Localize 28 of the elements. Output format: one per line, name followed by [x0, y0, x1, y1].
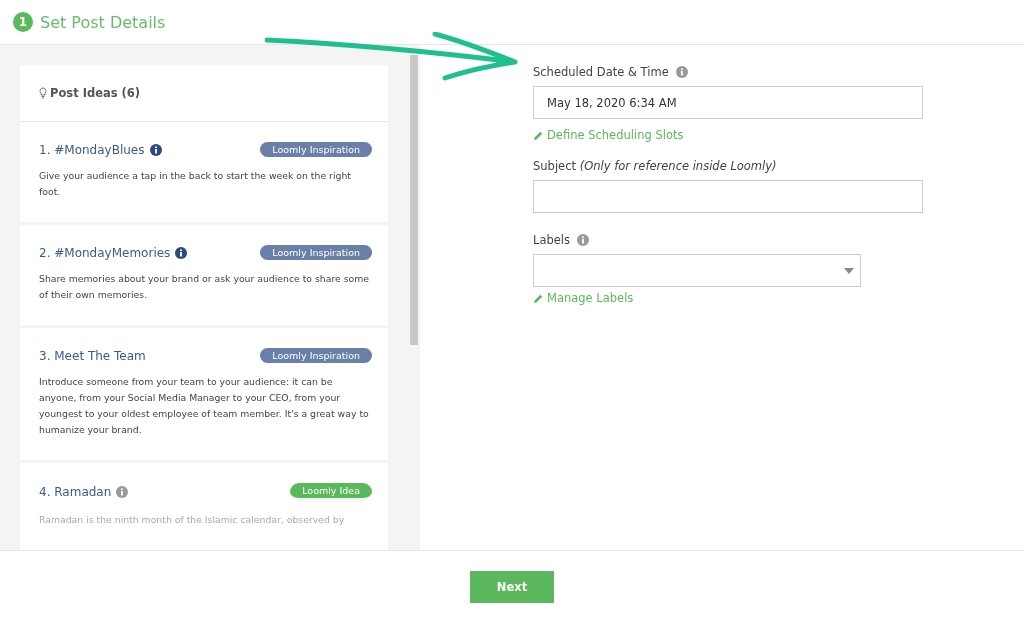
info-icon	[675, 66, 688, 78]
caret-icon	[844, 267, 854, 274]
idea-description: Give your audience a tap in the back to start the week on the right foot.	[39, 169, 352, 199]
date-time-field[interactable]: May 18, 2020 6:34 AM	[533, 86, 923, 119]
category-tag: Loomly Idea	[290, 483, 372, 501]
idea-title[interactable]: 1. #MondayBlues	[39, 142, 145, 157]
pencil-icon	[533, 129, 544, 141]
page-title: Set Post Details	[40, 12, 166, 32]
idea-title[interactable]: 3. Meet The Team	[39, 348, 146, 363]
info-icon	[577, 234, 589, 246]
pencil-icon	[533, 292, 544, 304]
category-tag: Loomly Inspiration	[260, 142, 372, 157]
post-ideas-heading: Post Ideas (6)	[50, 86, 141, 100]
field-label: Scheduled Date & Time	[533, 65, 669, 79]
lightbulb-icon	[39, 87, 47, 99]
idea-title[interactable]: 2. #MondayMemories	[39, 245, 171, 260]
subject-field[interactable]	[533, 180, 923, 213]
idea-description: Share memories about your brand or ask your audience to share some of their own memories.	[39, 272, 371, 302]
idea-title[interactable]: 4. Ramadan	[39, 485, 112, 499]
labels-dropdown[interactable]	[533, 254, 861, 287]
category-tag: Loomly Inspiration	[260, 245, 372, 260]
idea-description: Ramadan is the ninth month of the Islamic calendar, observed by	[39, 513, 346, 527]
scrollbar[interactable]	[408, 45, 420, 550]
category-tag: Loomly Inspiration	[260, 348, 372, 363]
idea-description: Introduce someone from your team to your audience: it can be anyone, from your Social Media Manager to your CEO, from your youngest to your oldest employee of team member. It's a great way to humanize your brand.	[39, 375, 370, 437]
field-label: Subject (Only for reference inside Loomly)	[533, 159, 777, 173]
field-label: Labels	[533, 233, 570, 247]
step-number-badge: 1	[13, 12, 33, 32]
